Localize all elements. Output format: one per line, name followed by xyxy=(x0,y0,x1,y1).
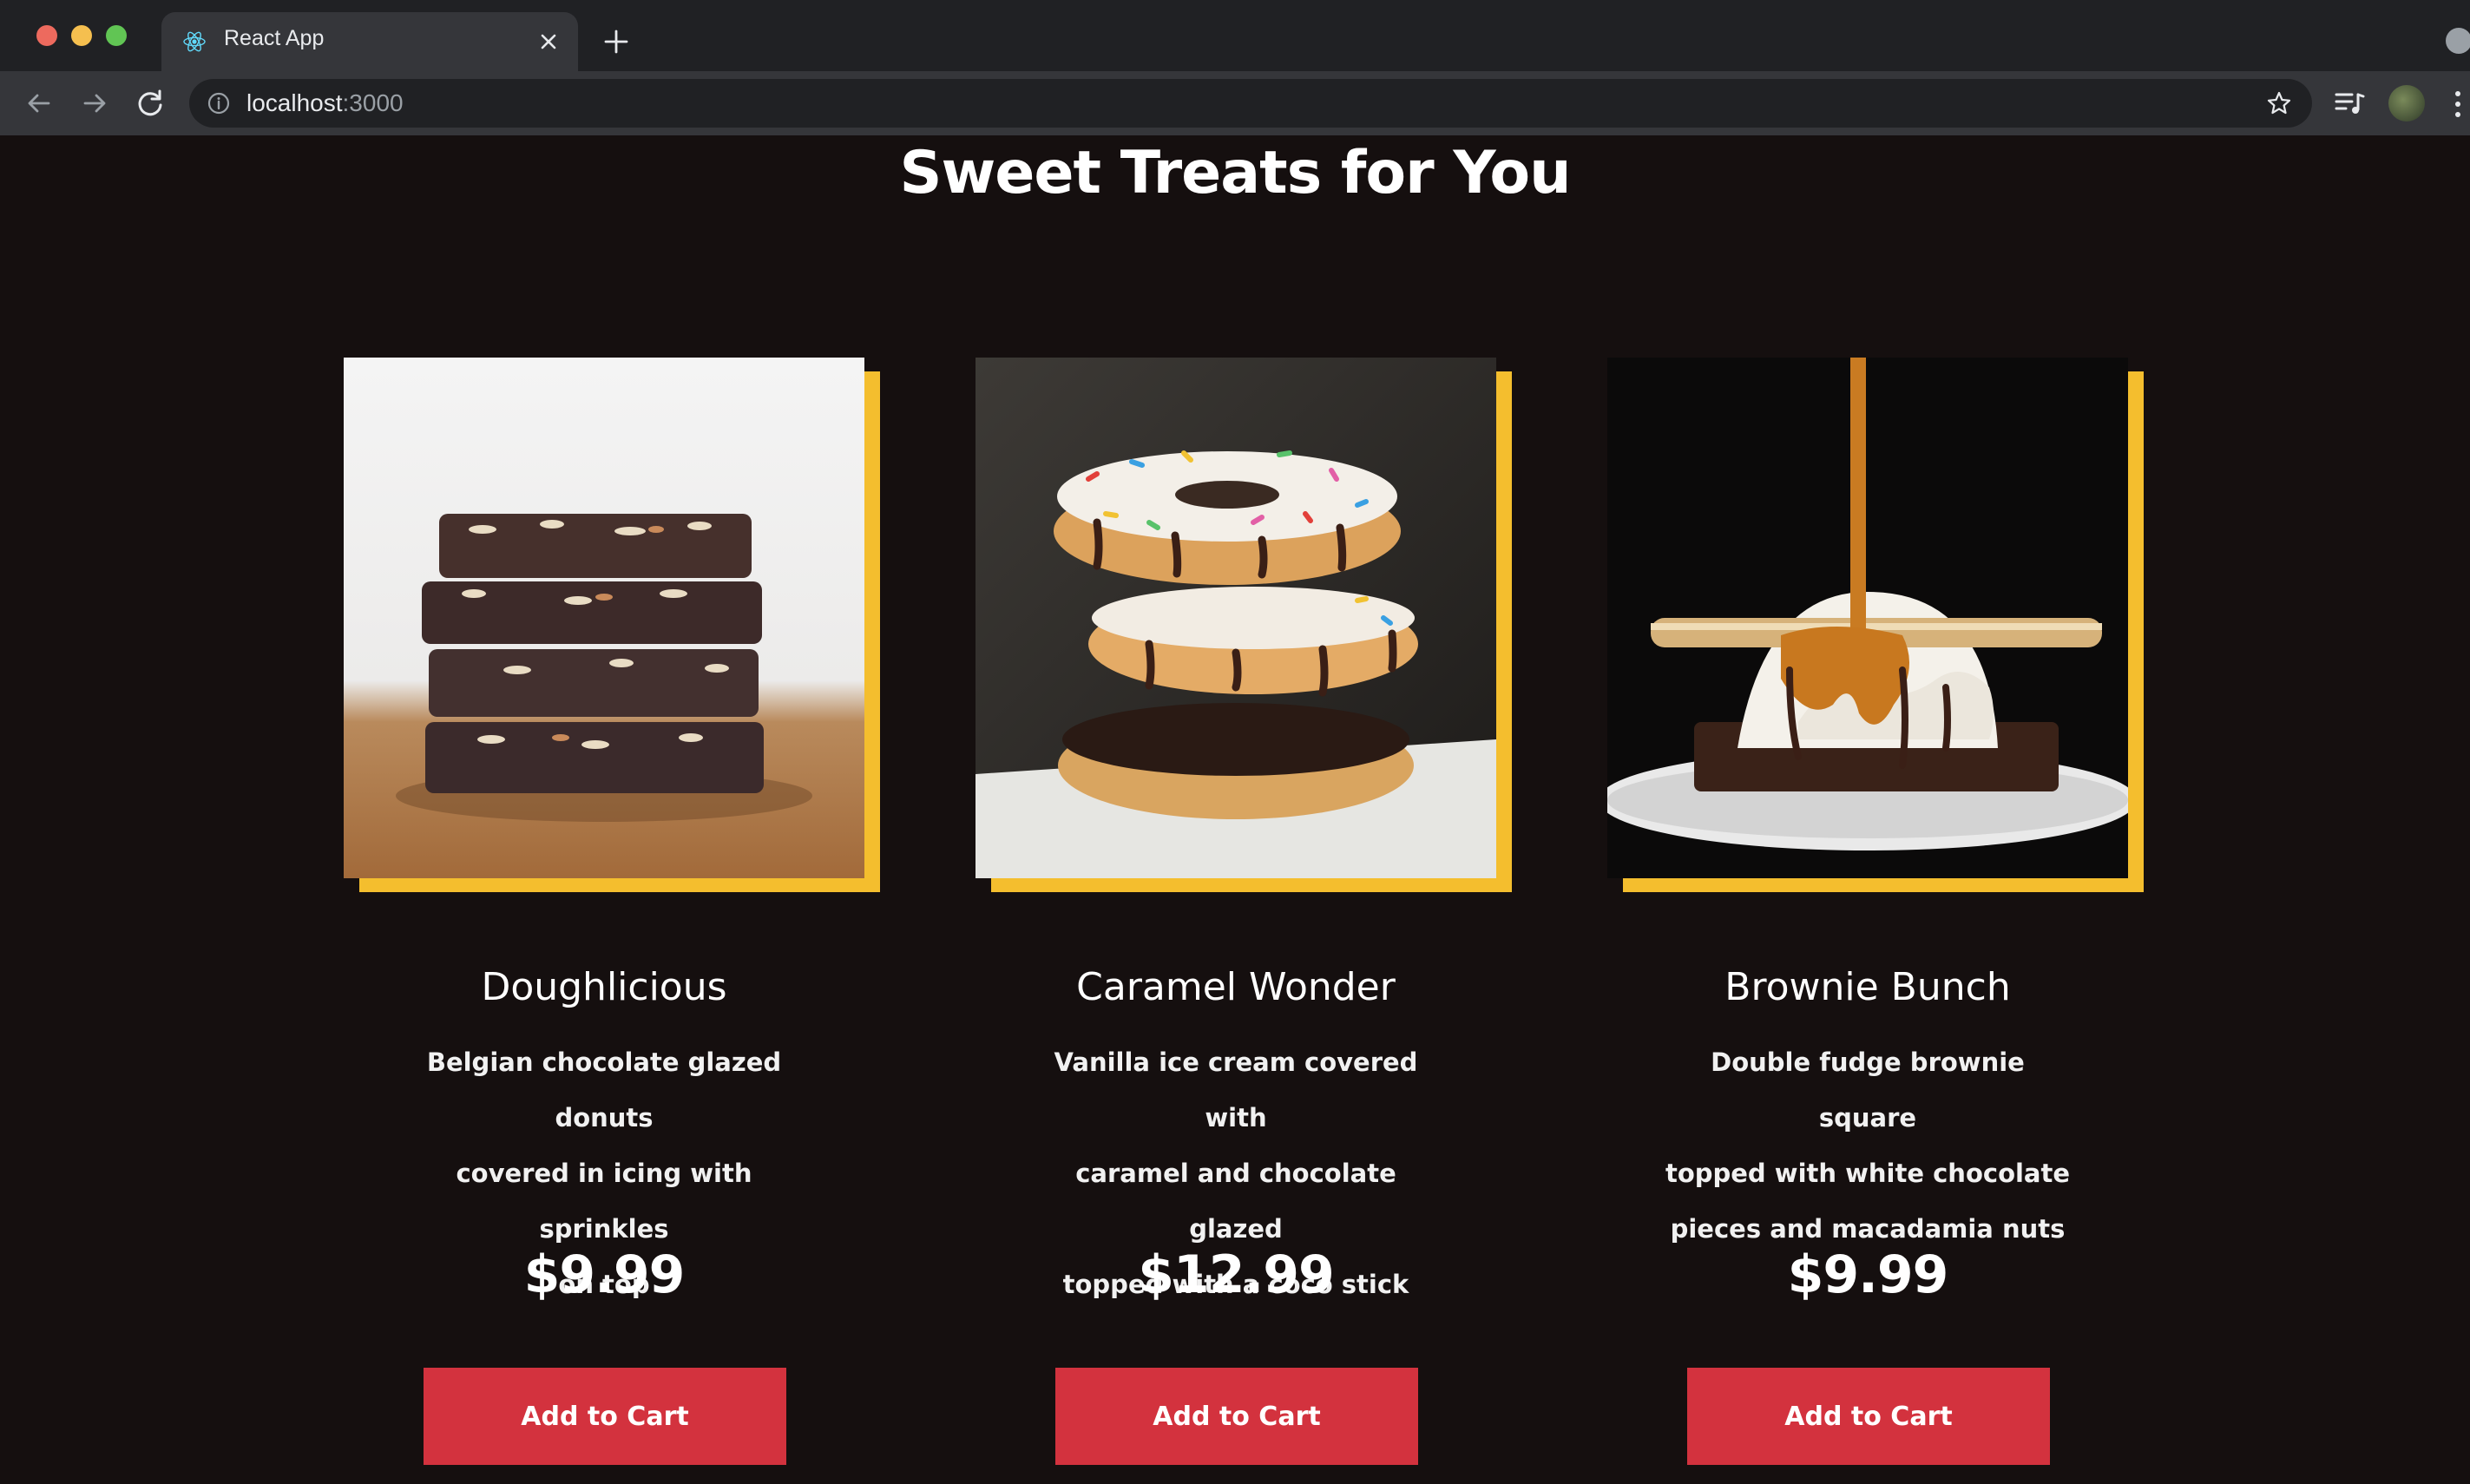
description-line: Vanilla ice cream covered with xyxy=(1054,1047,1418,1133)
browser-tab[interactable]: React App xyxy=(161,12,578,71)
add-to-cart-button[interactable]: Add to Cart xyxy=(1055,1368,1418,1465)
site-info-icon[interactable] xyxy=(207,91,231,115)
more-menu-icon[interactable] xyxy=(2449,87,2467,121)
description-line: caramel and chocolate glazed xyxy=(1075,1159,1396,1244)
product-description: Double fudge brownie square topped with … xyxy=(1659,1034,2076,1257)
address-bar[interactable]: localhost:3000 xyxy=(189,79,2312,128)
window-maximize-button[interactable] xyxy=(106,25,127,46)
description-line: Belgian chocolate glazed donuts xyxy=(426,1047,782,1133)
product-price: $12.99 xyxy=(1138,1244,1335,1305)
bookmark-star-icon[interactable] xyxy=(2265,89,2293,117)
product-name: Doughlicious xyxy=(481,965,727,1009)
description-line: topped with white chocolate xyxy=(1665,1159,2071,1188)
product-price: $9.99 xyxy=(1787,1244,1949,1305)
browser-tab-bar: React App xyxy=(0,0,2470,71)
media-queue-icon[interactable] xyxy=(2333,87,2366,120)
product-price: $9.99 xyxy=(523,1244,686,1305)
ice-cream-caramel-photo xyxy=(1607,358,2128,878)
reload-icon[interactable] xyxy=(132,85,168,121)
product-card: Caramel Wonder Vanilla ice cream covered… xyxy=(976,358,1514,1484)
donut-stack-photo xyxy=(976,358,1496,878)
url-port: :3000 xyxy=(342,89,404,116)
description-line: Double fudge brownie square xyxy=(1711,1047,2025,1133)
add-to-cart-button[interactable]: Add to Cart xyxy=(1687,1368,2050,1465)
profile-avatar[interactable] xyxy=(2388,85,2425,121)
brownie-stack-photo xyxy=(344,358,864,878)
product-card: Doughlicious Belgian chocolate glazed do… xyxy=(344,358,882,1484)
add-to-cart-button[interactable]: Add to Cart xyxy=(424,1368,786,1465)
browser-toolbar: localhost:3000 xyxy=(0,71,2470,135)
url-host: localhost xyxy=(246,89,343,116)
description-line: covered in icing with sprinkles xyxy=(456,1159,752,1244)
window-close-button[interactable] xyxy=(36,25,57,46)
page-title: Sweet Treats for You xyxy=(899,139,1572,207)
window-minimize-button[interactable] xyxy=(71,25,92,46)
back-arrow-icon[interactable] xyxy=(21,85,57,121)
forward-arrow-icon[interactable] xyxy=(76,85,113,121)
url-text[interactable]: localhost:3000 xyxy=(246,89,404,117)
new-tab-icon[interactable] xyxy=(599,24,634,59)
tab-title: React App xyxy=(224,26,325,50)
react-logo-icon xyxy=(183,31,206,52)
product-card: Brownie Bunch Double fudge brownie squar… xyxy=(1607,358,2145,1484)
tab-close-icon[interactable] xyxy=(535,28,562,56)
product-name: Brownie Bunch xyxy=(1724,965,2011,1009)
product-name: Caramel Wonder xyxy=(1076,965,1396,1009)
tab-search-icon[interactable] xyxy=(2446,28,2470,54)
